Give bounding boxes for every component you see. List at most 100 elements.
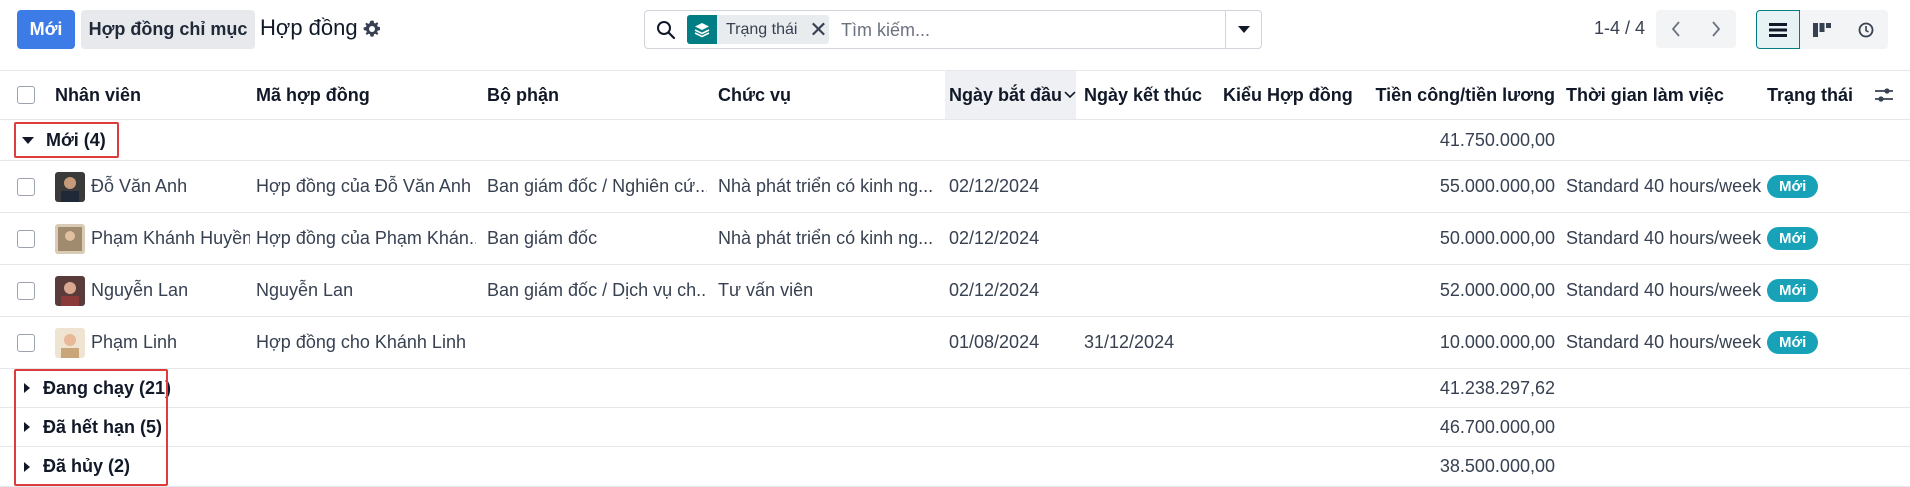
table-header: Nhân viên Mã hợp đồng Bộ phận Chức vụ Ng…	[0, 70, 1910, 120]
highlight-box-new-group	[14, 122, 119, 158]
column-header-wage[interactable]: Tiền công/tiền lương	[1366, 71, 1556, 119]
pager-value[interactable]: 1-4 / 4	[1594, 18, 1645, 39]
column-header-job[interactable]: Chức vụ	[718, 71, 938, 119]
cell-department: Ban giám đốc / Dịch vụ ch...	[487, 280, 707, 300]
avatar	[55, 171, 85, 202]
cell-contract: Nguyễn Lan	[256, 280, 354, 300]
column-header-department[interactable]: Bộ phận	[487, 71, 707, 119]
cell-contract-type	[1223, 161, 1363, 212]
facet-remove-icon[interactable]: ✕	[807, 15, 829, 44]
column-header-status[interactable]: Trạng thái	[1767, 71, 1877, 119]
row-checkbox[interactable]	[17, 333, 35, 352]
search-input[interactable]	[841, 16, 1161, 44]
row-checkbox[interactable]	[17, 281, 35, 300]
control-panel: Mới Hợp đồng chỉ mục Hợp đồng Trạng thái…	[0, 0, 1910, 70]
table-row[interactable]: Phạm Linh Hợp đồng cho Khánh Linh 01/08/…	[0, 317, 1910, 369]
cell-department: Ban giám đốc / Nghiên cứ...	[487, 176, 707, 196]
contract-index-button[interactable]: Hợp đồng chỉ mục	[81, 10, 255, 49]
avatar	[55, 223, 85, 254]
table-row[interactable]: Đỗ Văn Anh Hợp đồng của Đỗ Văn Anh Ban g…	[0, 161, 1910, 213]
column-header-start-date[interactable]: Ngày bắt đầu	[945, 71, 1076, 119]
group-total-wage: 41.750.000,00	[1439, 129, 1555, 150]
column-header-contract-type[interactable]: Kiểu Hợp đồng	[1223, 71, 1363, 119]
search-options-toggle[interactable]	[1225, 11, 1261, 48]
status-badge: Mới	[1767, 279, 1819, 302]
new-button[interactable]: Mới	[17, 10, 75, 49]
cell-contract-type	[1223, 213, 1363, 264]
employee-name: Đỗ Văn Anh	[91, 176, 188, 196]
cell-status: Mới	[1767, 161, 1867, 212]
search-bar: Trạng thái ✕	[644, 10, 1262, 49]
layers-icon	[687, 15, 717, 44]
cell-contract-type	[1223, 265, 1363, 316]
cell-schedule: Standard 40 hours/week	[1566, 332, 1762, 352]
column-header-start-label: Ngày bắt đầu	[949, 84, 1063, 105]
table-row[interactable]: Phạm Khánh Huyền Hợp đồng của Phạm Khán.…	[0, 213, 1910, 265]
cell-end-date	[1084, 161, 1214, 212]
select-all-checkbox[interactable]	[17, 86, 35, 104]
employee-name: Phạm Khánh Huyền	[91, 228, 250, 248]
cell-schedule: Standard 40 hours/week	[1566, 280, 1762, 300]
search-icon[interactable]	[656, 20, 676, 40]
employee-name: Phạm Linh	[91, 332, 178, 352]
group-row-expired[interactable]: Đã hết hạn (5) 46.700.000,00	[0, 408, 1910, 447]
pager-next-button[interactable]	[1696, 10, 1736, 48]
cell-wage: 10.000.000,00	[1439, 332, 1555, 352]
activity-view-button[interactable]	[1844, 10, 1888, 49]
sort-desc-icon	[1064, 91, 1076, 99]
search-facet-status: Trạng thái ✕	[687, 15, 830, 44]
optional-columns-toggle[interactable]	[1874, 71, 1904, 119]
cell-status: Mới	[1767, 317, 1867, 368]
chevron-right-icon	[1712, 21, 1721, 37]
group-row-cancelled[interactable]: Đã hủy (2) 38.500.000,00	[0, 447, 1910, 487]
cell-job	[718, 317, 938, 368]
cell-end-date: 31/12/2024	[1084, 332, 1175, 352]
kanban-icon	[1813, 22, 1831, 37]
cell-contract: Hợp đồng của Đỗ Văn Anh	[256, 176, 471, 196]
status-badge: Mới	[1767, 175, 1819, 198]
cell-wage: 50.000.000,00	[1439, 228, 1555, 248]
cell-status: Mới	[1767, 265, 1867, 316]
cell-start-date: 02/12/2024	[949, 280, 1040, 300]
employee-name: Nguyễn Lan	[91, 280, 189, 300]
column-header-end-date[interactable]: Ngày kết thúc	[1084, 71, 1209, 119]
row-checkbox[interactable]	[17, 229, 35, 248]
cell-schedule: Standard 40 hours/week	[1566, 228, 1762, 248]
row-checkbox[interactable]	[17, 177, 35, 196]
gear-icon[interactable]	[362, 19, 382, 39]
cell-start-date: 01/08/2024	[949, 332, 1040, 352]
clock-icon	[1858, 22, 1874, 37]
status-badge: Mới	[1767, 227, 1819, 250]
cell-employee: Phạm Linh	[55, 317, 250, 368]
cell-start-date: 02/12/2024	[949, 176, 1040, 196]
cell-end-date	[1084, 265, 1214, 316]
group-total-wage: 41.238.297,62	[1439, 377, 1555, 398]
cell-employee: Phạm Khánh Huyền	[55, 213, 250, 264]
cell-status: Mới	[1767, 213, 1867, 264]
cell-schedule: Standard 40 hours/week	[1566, 176, 1762, 196]
table-row[interactable]: Nguyễn Lan Nguyễn Lan Ban giám đốc / Dịc…	[0, 265, 1910, 317]
group-row-running[interactable]: Đang chạy (21) 41.238.297,62	[0, 369, 1910, 408]
cell-job: Nhà phát triển có kinh ng...	[718, 228, 934, 248]
column-header-schedule[interactable]: Thời gian làm việc	[1566, 71, 1766, 119]
cell-start-date: 02/12/2024	[949, 228, 1040, 248]
cell-job: Nhà phát triển có kinh ng...	[718, 176, 934, 196]
cell-wage: 52.000.000,00	[1439, 280, 1555, 300]
column-header-contract[interactable]: Mã hợp đồng	[256, 71, 476, 119]
kanban-view-button[interactable]	[1800, 10, 1844, 49]
cell-wage: 55.000.000,00	[1439, 176, 1555, 196]
status-badge: Mới	[1767, 331, 1819, 354]
group-total-wage: 38.500.000,00	[1439, 456, 1555, 476]
pager-previous-button[interactable]	[1656, 10, 1696, 48]
facet-label: Trạng thái	[726, 20, 798, 38]
cell-employee: Đỗ Văn Anh	[55, 161, 250, 212]
group-row-new[interactable]: Mới (4) 41.750.000,00	[0, 120, 1910, 161]
chevron-left-icon	[1671, 21, 1680, 37]
highlight-box-other-groups	[14, 369, 168, 486]
page-title: Hợp đồng	[260, 15, 358, 40]
list-view-button[interactable]	[1756, 10, 1800, 49]
group-total-wage: 46.700.000,00	[1439, 416, 1555, 437]
cell-contract-type	[1223, 317, 1363, 368]
column-header-employee[interactable]: Nhân viên	[55, 71, 245, 119]
cell-contract: Hợp đồng của Phạm Khán...	[256, 228, 476, 248]
